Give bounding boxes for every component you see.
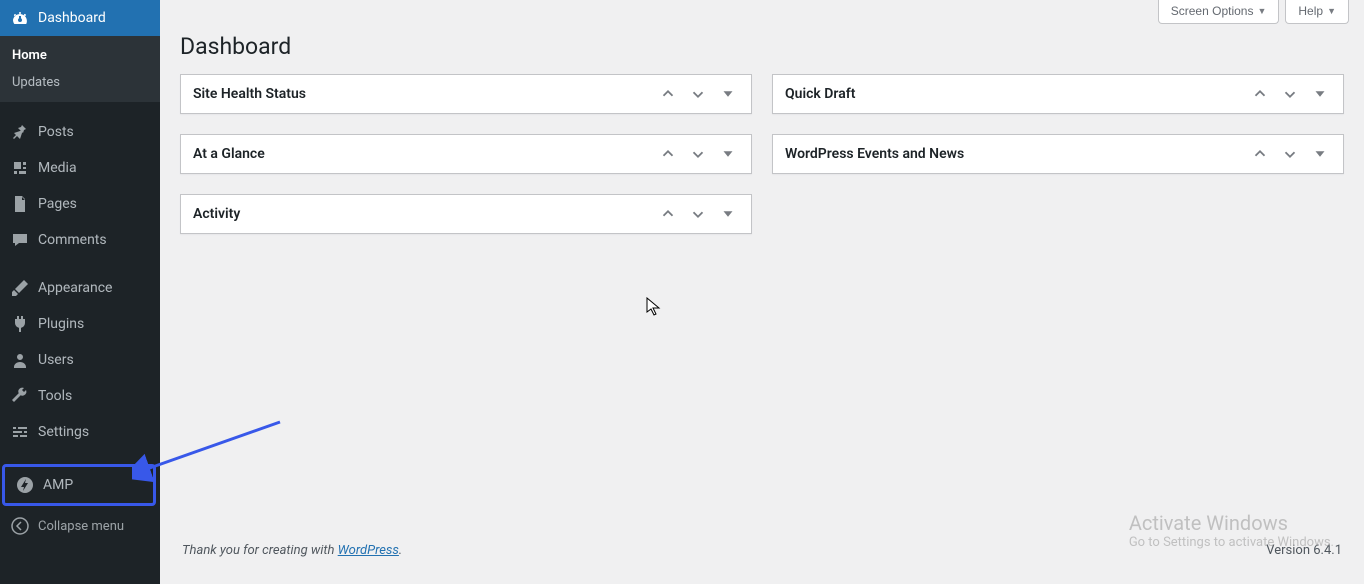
- comments-icon: [10, 230, 30, 250]
- move-up-button[interactable]: [657, 143, 679, 165]
- sidebar-item-label: AMP: [43, 477, 73, 493]
- sidebar-item-posts[interactable]: Posts: [0, 114, 160, 150]
- sidebar-item-label: Pages: [38, 196, 77, 212]
- sidebar-item-media[interactable]: Media: [0, 150, 160, 186]
- dashboard-widgets: Site Health Status At a Glance: [180, 74, 1344, 234]
- widget-title: Site Health Status: [193, 86, 306, 102]
- chevron-down-icon: ▼: [1327, 6, 1336, 16]
- sidebar-item-label: Media: [38, 160, 77, 176]
- page-title: Dashboard: [180, 24, 1344, 74]
- dashboard-icon: [10, 8, 30, 28]
- move-down-button[interactable]: [687, 83, 709, 105]
- sidebar-item-pages[interactable]: Pages: [0, 186, 160, 222]
- toggle-button[interactable]: [717, 203, 739, 225]
- pin-icon: [10, 122, 30, 142]
- sidebar-item-label: Users: [38, 352, 74, 368]
- widget-title: At a Glance: [193, 146, 265, 162]
- move-up-button[interactable]: [657, 203, 679, 225]
- widget-at-a-glance: At a Glance: [180, 134, 752, 174]
- page-icon: [10, 194, 30, 214]
- move-down-button[interactable]: [687, 203, 709, 225]
- sidebar-item-plugins[interactable]: Plugins: [0, 306, 160, 342]
- sidebar-item-label: Appearance: [38, 280, 112, 296]
- wordpress-link[interactable]: WordPress: [338, 543, 399, 558]
- sidebar-item-label: Posts: [38, 124, 74, 140]
- windows-watermark: Activate Windows Go to Settings to activ…: [1129, 511, 1334, 550]
- brush-icon: [10, 278, 30, 298]
- amp-highlight-box: AMP: [2, 464, 156, 506]
- sidebar-item-settings[interactable]: Settings: [0, 414, 160, 450]
- sidebar-item-label: Tools: [38, 388, 72, 404]
- sidebar-item-amp[interactable]: AMP: [5, 467, 153, 503]
- move-down-button[interactable]: [687, 143, 709, 165]
- toggle-button[interactable]: [717, 143, 739, 165]
- sidebar-item-label: Settings: [38, 424, 89, 440]
- widget-events-news: WordPress Events and News: [772, 134, 1344, 174]
- move-up-button[interactable]: [657, 83, 679, 105]
- move-up-button[interactable]: [1249, 143, 1271, 165]
- sidebar-submenu-dashboard: Home Updates: [0, 36, 160, 102]
- chevron-down-icon: ▼: [1257, 6, 1266, 16]
- plugin-icon: [10, 314, 30, 334]
- main-content: Screen Options ▼ Help ▼ Dashboard Site H…: [160, 0, 1364, 584]
- sidebar-item-comments[interactable]: Comments: [0, 222, 160, 258]
- collapse-icon: [10, 516, 30, 536]
- sidebar-item-label: Plugins: [38, 316, 84, 332]
- footer-thanks: Thank you for creating with WordPress.: [182, 543, 402, 558]
- sidebar-subitem-updates[interactable]: Updates: [0, 69, 160, 96]
- move-up-button[interactable]: [1249, 83, 1271, 105]
- widget-title: Activity: [193, 206, 240, 222]
- screen-options-button[interactable]: Screen Options ▼: [1158, 0, 1280, 24]
- wrench-icon: [10, 386, 30, 406]
- move-down-button[interactable]: [1279, 143, 1301, 165]
- help-button[interactable]: Help ▼: [1285, 0, 1349, 24]
- amp-icon: [15, 475, 35, 495]
- sidebar-item-tools[interactable]: Tools: [0, 378, 160, 414]
- sliders-icon: [10, 422, 30, 442]
- collapse-label: Collapse menu: [38, 519, 124, 534]
- sidebar-subitem-home[interactable]: Home: [0, 42, 160, 69]
- media-icon: [10, 158, 30, 178]
- widget-activity: Activity: [180, 194, 752, 234]
- move-down-button[interactable]: [1279, 83, 1301, 105]
- toggle-button[interactable]: [1309, 83, 1331, 105]
- admin-sidebar: Dashboard Home Updates Posts Media Pages: [0, 0, 160, 584]
- toggle-button[interactable]: [717, 83, 739, 105]
- sidebar-item-label: Comments: [38, 232, 107, 248]
- widget-title: WordPress Events and News: [785, 146, 964, 162]
- sidebar-item-users[interactable]: Users: [0, 342, 160, 378]
- user-icon: [10, 350, 30, 370]
- screen-meta-links: Screen Options ▼ Help ▼: [180, 0, 1349, 24]
- toggle-button[interactable]: [1309, 143, 1331, 165]
- sidebar-item-dashboard[interactable]: Dashboard: [0, 0, 160, 36]
- collapse-menu-button[interactable]: Collapse menu: [0, 508, 160, 544]
- widget-site-health: Site Health Status: [180, 74, 752, 114]
- widget-quick-draft: Quick Draft: [772, 74, 1344, 114]
- widget-title: Quick Draft: [785, 86, 855, 102]
- sidebar-item-appearance[interactable]: Appearance: [0, 270, 160, 306]
- sidebar-item-label: Dashboard: [38, 10, 106, 26]
